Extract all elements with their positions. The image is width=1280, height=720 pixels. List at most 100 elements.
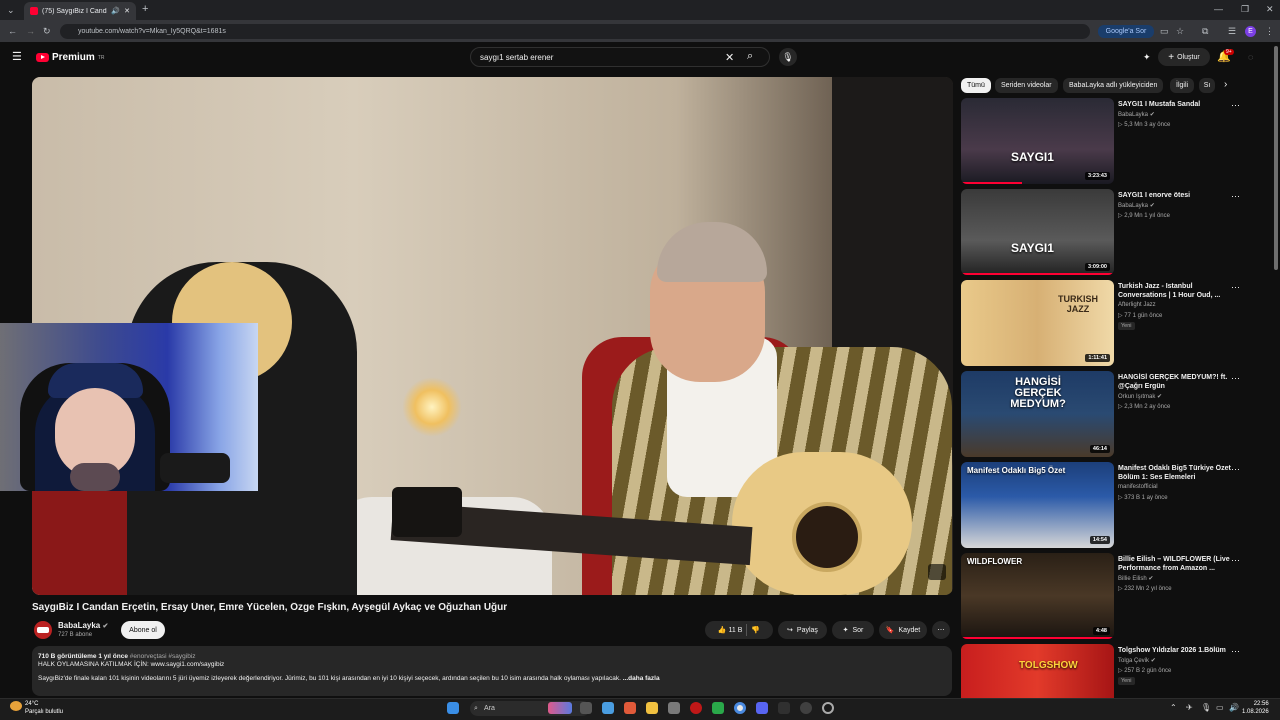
steam-icon[interactable] [778, 702, 790, 714]
video-description[interactable]: 710 B görüntüleme 1 yıl önce #enorveçtas… [32, 646, 952, 696]
search-highlight-icon[interactable] [548, 702, 572, 714]
weather-widget[interactable]: 24°C Parçalı bulutlu [10, 700, 63, 716]
channel-name[interactable]: BabaLayka ✔ [58, 621, 108, 630]
profile-avatar[interactable]: E [1245, 26, 1256, 37]
rec-thumbnail[interactable]: TURKISH JAZZ 1:11:41 [961, 280, 1114, 366]
rec-channel[interactable]: Orkun Işıtmak ✔ [1118, 393, 1162, 400]
rec-menu-icon[interactable]: ⋯ [1231, 282, 1240, 293]
chip-all[interactable]: Tümü [961, 78, 991, 93]
obs-icon[interactable] [800, 702, 812, 714]
voice-search-mic-icon[interactable]: 🎙 [779, 48, 797, 66]
rec-channel[interactable]: Billie Eilish ✔ [1118, 575, 1153, 582]
recommendation-item[interactable]: SAYGI1 3:23:43 SAYGI1 I Mustafa Sandal B… [961, 98, 1261, 186]
rec-title[interactable]: Manifest Odaklı Big5 Türkiye Özet Bölüm … [1118, 464, 1243, 482]
rec-channel[interactable]: BabaLayka ✔ [1118, 202, 1155, 209]
rec-thumbnail[interactable]: WILDFLOWER 4:48 [961, 553, 1114, 639]
chip-scroll-right-icon[interactable]: › [1224, 79, 1227, 90]
bookmark-star-icon[interactable]: ☆ [1176, 26, 1184, 36]
page-scrollbar[interactable] [1274, 46, 1278, 270]
windows-start-icon[interactable] [447, 702, 459, 714]
chrome-icon[interactable] [734, 702, 746, 714]
recommendation-item[interactable]: TURKISH JAZZ 1:11:41 Turkish Jazz - Ista… [961, 280, 1261, 368]
ask-button[interactable]: ✦ Sor [832, 621, 874, 639]
google-sor-button[interactable]: Google'a Sor [1098, 25, 1154, 38]
new-tab-icon[interactable]: + [142, 4, 148, 15]
rec-channel[interactable]: Tolga Çevik ✔ [1118, 657, 1156, 664]
tray-volume-icon[interactable]: 🔊 [1229, 703, 1239, 713]
tray-airplane-icon[interactable]: ✈ [1186, 703, 1193, 713]
hashtags[interactable]: #enorveçtasi #saygibiz [130, 653, 196, 660]
rec-channel[interactable]: BabaLayka ✔ [1118, 111, 1155, 118]
rec-menu-icon[interactable]: ⋯ [1231, 464, 1240, 475]
recommendation-item[interactable]: SAYGI1 3:09:00 SAYGI1 I enorve ötesi Bab… [961, 189, 1261, 277]
app-icon[interactable] [822, 702, 834, 714]
hamburger-menu-icon[interactable]: ☰ [12, 52, 22, 63]
rec-thumbnail[interactable]: Manifest Odaklı Big5 Özet 14:54 [961, 462, 1114, 548]
ai-sparkle-icon[interactable]: ✦ [1143, 52, 1151, 62]
subscribe-button[interactable]: Abone ol [121, 621, 165, 639]
whatsapp-icon[interactable] [712, 702, 724, 714]
task-view-icon[interactable] [580, 702, 592, 714]
opera-icon[interactable] [690, 702, 702, 714]
rec-menu-icon[interactable]: ⋯ [1231, 191, 1240, 202]
recommendation-item[interactable]: HANGİSİ GERÇEK MEDYUM? 46:14 HANGİSİ GER… [961, 371, 1261, 459]
tab-search-icon[interactable]: ⌄ [7, 5, 15, 15]
search-input[interactable]: saygı1 sertab erener ✕ ⌕ [470, 47, 770, 67]
rec-thumbnail[interactable]: SAYGI1 3:09:00 [961, 189, 1114, 275]
browser-tab[interactable]: (75) SaygıBiz I Candan Erçeti 🔊 ✕ [24, 2, 136, 20]
rec-menu-icon[interactable]: ⋯ [1231, 646, 1240, 657]
cast-icon[interactable]: ▭ [1160, 26, 1169, 36]
rec-menu-icon[interactable]: ⋯ [1231, 100, 1240, 111]
channel-watermark-icon[interactable] [928, 564, 946, 580]
rec-title[interactable]: SAYGI1 I enorve ötesi [1118, 191, 1243, 200]
channel-avatar[interactable] [34, 621, 52, 639]
taskbar-clock[interactable]: 22:56 1.08.2026 [1242, 700, 1269, 716]
rec-title[interactable]: HANGİSİ GERÇEK MEDYUM?! ft. @Çağrı Ergün [1118, 373, 1243, 391]
like-button[interactable]: 👍 11 B [718, 626, 743, 634]
discord-icon[interactable] [756, 702, 768, 714]
minimize-icon[interactable]: — [1214, 4, 1223, 14]
chip-more[interactable]: Sı [1199, 78, 1215, 93]
rec-menu-icon[interactable]: ⋯ [1231, 373, 1240, 384]
recommendation-item[interactable]: Manifest Odaklı Big5 Özet 14:54 Manifest… [961, 462, 1261, 550]
recommendation-item[interactable]: TOLGSHOW Tolgshow Yıldızlar 2026 1.Bölüm… [961, 644, 1261, 698]
rec-thumbnail[interactable]: HANGİSİ GERÇEK MEDYUM? 46:14 [961, 371, 1114, 457]
youtube-premium-logo[interactable]: Premium TR [36, 52, 104, 63]
file-explorer-icon[interactable] [646, 702, 658, 714]
dislike-icon[interactable]: 👎 [751, 626, 760, 634]
recommendation-item[interactable]: WILDFLOWER 4:48 Billie Eilish – WILDFLOW… [961, 553, 1261, 641]
widgets-icon[interactable] [602, 702, 614, 714]
rec-title[interactable]: Tolgshow Yıldızlar 2026 1.Bölüm [1118, 646, 1243, 655]
rec-title[interactable]: Billie Eilish – WILDFLOWER (Live Perform… [1118, 555, 1243, 573]
chrome-menu-icon[interactable]: ⋮ [1265, 26, 1274, 36]
chip-uploader[interactable]: BabaLayka adlı yükleyiciden [1063, 78, 1164, 93]
share-button[interactable]: ↪ Paylaş [778, 621, 827, 639]
clear-search-icon[interactable]: ✕ [725, 51, 734, 64]
copilot-icon[interactable] [624, 702, 636, 714]
tray-mic-icon[interactable]: 🎙 [1201, 703, 1211, 713]
maximize-icon[interactable]: ❐ [1241, 4, 1249, 14]
store-icon[interactable] [668, 702, 680, 714]
back-icon[interactable]: ← [8, 26, 17, 36]
search-icon[interactable]: ⌕ [747, 50, 753, 63]
more-actions-icon[interactable]: ⋯ [932, 621, 950, 639]
tray-display-icon[interactable]: ▭ [1216, 703, 1224, 713]
forward-icon[interactable]: → [26, 26, 35, 36]
reload-icon[interactable]: ↻ [43, 26, 51, 36]
chip-related[interactable]: İlgili [1170, 78, 1195, 93]
tray-chevron-icon[interactable]: ⌃ [1170, 703, 1177, 713]
reading-list-icon[interactable]: ☰ [1228, 26, 1236, 36]
rec-title[interactable]: SAYGI1 I Mustafa Sandal [1118, 100, 1243, 109]
account-avatar[interactable]: ◌ [1248, 52, 1253, 62]
extensions-icon[interactable]: ⧉ [1202, 26, 1208, 36]
tab-mute-icon[interactable]: 🔊 [111, 7, 120, 15]
rec-thumbnail[interactable]: SAYGI1 3:23:43 [961, 98, 1114, 184]
create-button[interactable]: + Oluştur [1158, 48, 1210, 66]
tab-close-icon[interactable]: ✕ [124, 7, 130, 15]
taskbar-search[interactable]: ⌕ Ara [470, 701, 590, 716]
rec-title[interactable]: Turkish Jazz - Istanbul Conversations | … [1118, 282, 1243, 300]
rec-channel[interactable]: manifestofficial [1118, 484, 1158, 490]
rec-channel[interactable]: Afterlight Jazz [1118, 302, 1156, 308]
save-button[interactable]: 🔖 Kaydet [879, 621, 927, 639]
chip-series[interactable]: Seriden videolar [995, 78, 1058, 93]
